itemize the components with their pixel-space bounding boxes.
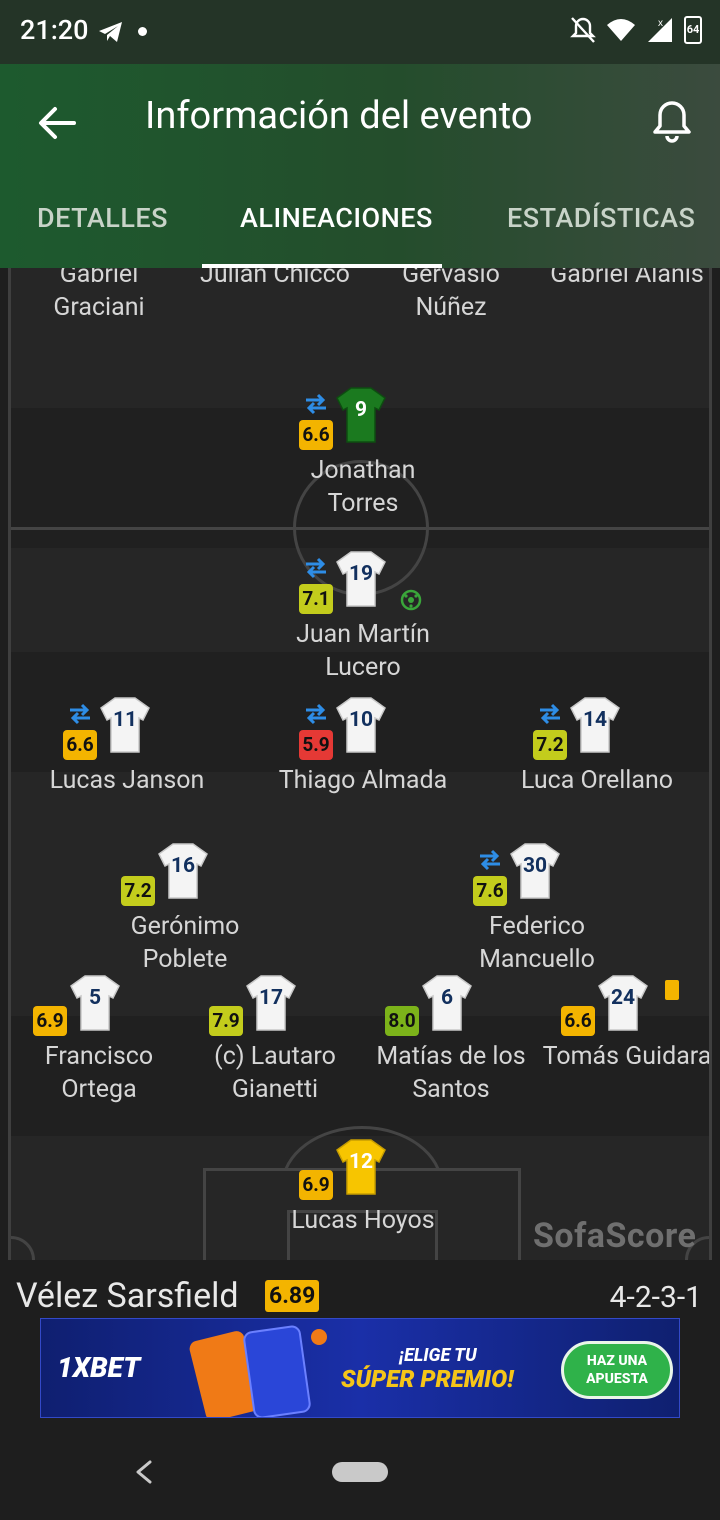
jersey-icon: 24 [597,974,649,1032]
player-rating: 5.9 [299,730,333,760]
ad-phones-image [189,1325,327,1417]
bell-icon[interactable] [650,98,694,144]
tab-bar: DETALLES ALINEACIONES ESTADÍSTICAS [0,196,720,269]
player-rating: 7.2 [533,730,567,760]
jersey-number: 11 [112,708,138,732]
tab-alineaciones[interactable]: ALINEACIONES [240,202,433,234]
player-rating: 6.9 [33,1006,67,1036]
substitution-icon [480,849,500,871]
player-rating: 7.9 [209,1006,243,1036]
ad-brand: 1XBET [57,1351,141,1384]
jersey-number: 19 [348,562,374,586]
penalty-box-right [518,1168,521,1260]
notification-dot-icon [138,27,147,36]
ad-headline-line1: ¡ELIGE TU [399,1345,477,1366]
player-rating: 6.6 [561,1006,595,1036]
team-summary: Vélez Sarsfield 6.89 4-2-3-1 [0,1260,720,1316]
jersey-number: 12 [348,1150,374,1174]
substitution-icon [306,393,326,415]
svg-text:x: x [658,18,663,29]
jersey-icon: 16 [157,842,209,900]
jersey-icon: 6 [421,974,473,1032]
lineup-pitch: Gabriel Graciani Julián Chicco Gervasio Nú… [8,268,712,1260]
jersey-icon: 10 [335,696,387,754]
telegram-icon [99,22,122,42]
player-rating: 8.0 [385,1006,419,1036]
player-name: Lucas Hoyos [291,1206,435,1235]
team-rating: 6.89 [265,1280,320,1312]
jersey-number: 10 [348,708,374,732]
player-rating: 7.2 [121,876,155,906]
jersey-number: 9 [354,398,368,422]
status-bar: 21:20 x 64 [0,0,720,64]
player-rating: 6.6 [63,730,97,760]
jersey-icon: 11 [99,696,151,754]
opponent-player-name: Gabriel Graciani [53,268,145,322]
tab-detalles[interactable]: DETALLES [37,202,168,234]
battery-icon: 64 [684,16,702,44]
corner-arc [11,1236,35,1260]
player-name: (c) Lautaro Gianetti [214,1042,336,1104]
jersey-number: 24 [610,986,636,1010]
player-rating: 7.6 [473,876,507,906]
player-name: Thiago Almada [278,766,448,795]
player-rating: 6.9 [299,1170,333,1200]
system-navigation-bar [0,1424,720,1520]
wifi-icon [607,19,635,41]
system-icons: x 64 [570,16,702,44]
goalkeeper-jersey-icon: 12 [335,1138,387,1196]
jersey-icon: 19 [335,550,387,608]
player-name: Jonathan Torres [310,456,416,518]
app-bar: Información del evento DETALLES ALINEACI… [0,64,720,269]
jersey-icon: 5 [69,974,121,1032]
jersey-icon: 14 [569,696,621,754]
opponent-player-name: Gervasio Núñez [402,268,500,322]
player-name: Luca Orellano [520,766,674,795]
player-name: Tomás Guidara [542,1042,712,1071]
jersey-number: 14 [582,708,608,732]
jersey-number: 5 [88,986,102,1010]
jersey-icon: 9 [335,386,387,444]
substitution-icon [540,703,560,725]
signal-icon: x [648,18,672,42]
player-name: Lucas Janson [49,766,205,795]
team-name[interactable]: Vélez Sarsfield [16,1276,239,1316]
sofascore-watermark: SofaScore [533,1216,697,1256]
player-name: Matías de los Santos [376,1042,526,1104]
nav-back-icon[interactable] [132,1458,156,1486]
player-name: Gerónimo Poblete [130,912,240,974]
status-time: 21:20 [20,14,89,46]
team-formation: 4-2-3-1 [609,1280,702,1315]
opponent-player-name: Julián Chicco [200,268,350,289]
player-name: Federico Mancuello [479,912,595,974]
jersey-number: 6 [440,986,454,1010]
page-title: Información del evento [145,94,533,138]
mute-icon [570,17,596,43]
tab-estadisticas[interactable]: ESTADÍSTICAS [507,202,695,234]
battery-level: 64 [686,23,700,36]
advertisement-banner[interactable]: 1XBET ¡ELIGE TU SÚPER PREMIO! HAZ UNA APU… [40,1318,680,1418]
substitution-icon [306,703,326,725]
jersey-number: 16 [170,854,196,878]
jersey-icon: 30 [509,842,561,900]
nav-home-pill[interactable] [332,1462,388,1482]
ad-cta-button[interactable]: HAZ UNA APUESTA [561,1341,673,1399]
player-name: Juan Martín Lucero [296,620,430,682]
player-name: Francisco Ortega [44,1042,154,1104]
player-rating: 7.1 [299,584,333,614]
ad-headline-line2: SÚPER PREMIO! [341,1365,514,1393]
jersey-number: 30 [522,854,548,878]
back-arrow-icon[interactable] [34,100,80,146]
jersey-number: 17 [258,986,284,1010]
opponent-player-name: Gabriel Alanis [550,268,704,289]
substitution-icon [306,557,326,579]
player-rating: 6.6 [299,420,333,450]
substitution-icon [70,703,90,725]
jersey-icon: 17 [245,974,297,1032]
yellow-card-icon [665,980,679,1000]
goal-icon [400,589,422,611]
